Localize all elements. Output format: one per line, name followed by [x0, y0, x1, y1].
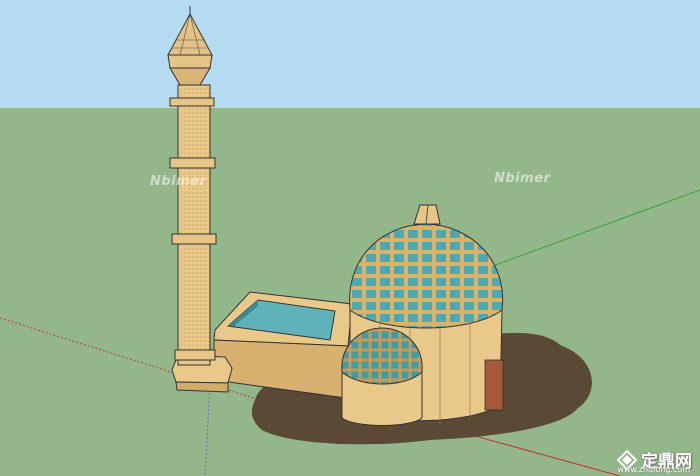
brand-url: www.zhulong.com: [617, 465, 690, 474]
model-scene[interactable]: [0, 0, 700, 476]
watermark-right: Nbimer: [494, 171, 551, 186]
sky: [0, 0, 700, 110]
watermark-left: Nbimer: [150, 174, 207, 189]
sketchup-viewport[interactable]: Nbimer Nbimer 定鼎网 www.zhulong.com: [0, 0, 700, 476]
brand-logo: 定鼎网 www.zhulong.com: [617, 447, 692, 474]
small-dome[interactable]: [341, 327, 423, 426]
reflecting-pool[interactable]: [213, 291, 353, 399]
